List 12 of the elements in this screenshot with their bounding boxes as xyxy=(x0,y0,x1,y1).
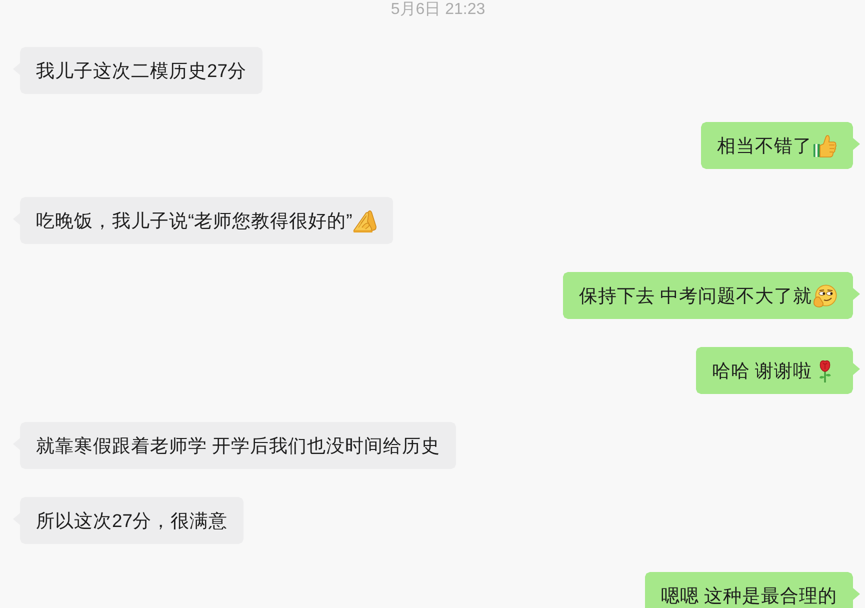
message-text: 我儿子这次二模历史27分 xyxy=(36,58,247,82)
message-text: 嗯嗯 这种是最合理的 xyxy=(660,584,837,608)
message-text: 所以这次27分，很满意 xyxy=(36,508,228,532)
message-text: 相当不错了 xyxy=(717,134,812,158)
thumbs-up-icon xyxy=(813,134,837,158)
message-text: 保持下去 中考问题不大了就 xyxy=(578,284,812,308)
pressed-hands-icon xyxy=(353,208,378,232)
message-text: 哈哈 谢谢啦 xyxy=(712,358,812,382)
smirking-face-icon xyxy=(813,284,837,308)
message-text: 吃晚饭，我儿子说“老师您教得很好的” xyxy=(36,208,352,232)
timestamp: 5月6日 21:23 xyxy=(390,0,486,20)
message-text: 就靠寒假跟着老师学 开学后我们也没时间给历史 xyxy=(36,434,440,458)
